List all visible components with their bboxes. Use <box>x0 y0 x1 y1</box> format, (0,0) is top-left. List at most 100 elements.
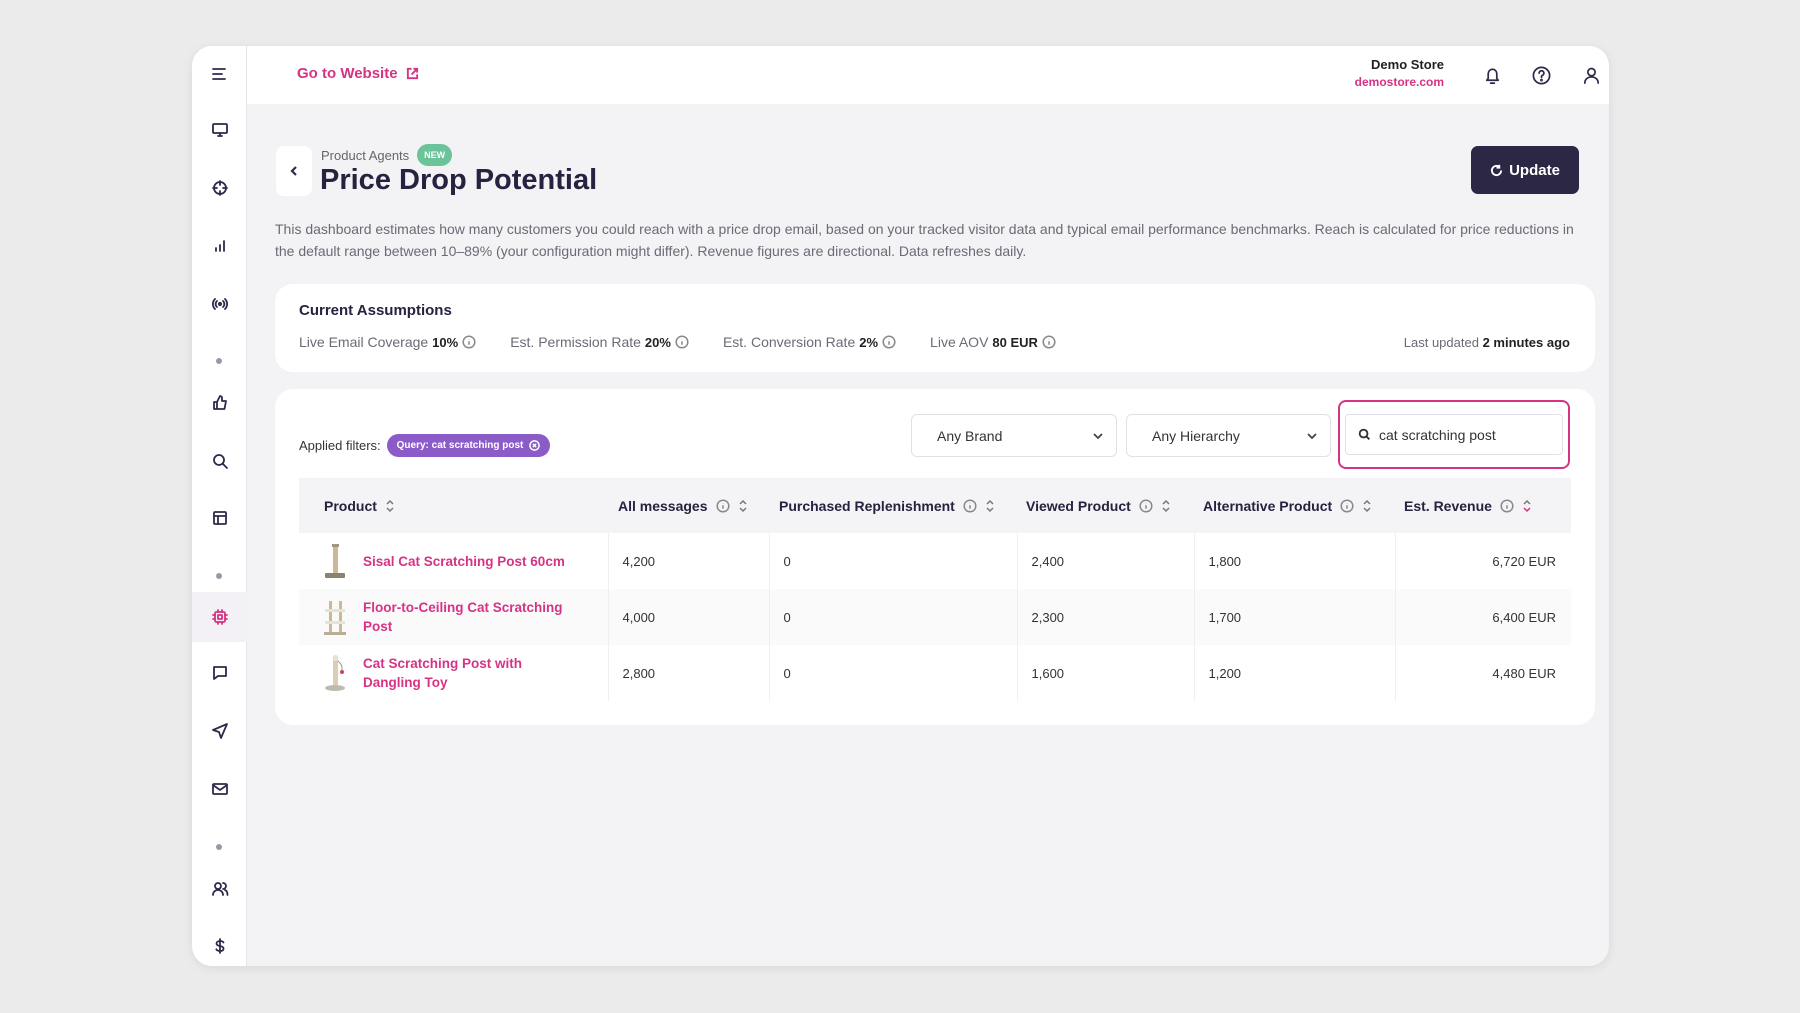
notifications-button[interactable] <box>1478 61 1506 89</box>
product-search-input[interactable] <box>1379 426 1549 443</box>
chevron-down-icon <box>1093 433 1103 440</box>
hierarchy-select-value: Any Hierarchy <box>1152 427 1240 444</box>
sidebar-item-broadcast[interactable] <box>192 284 247 324</box>
sort-icon[interactable] <box>1362 499 1372 513</box>
store-url: demostore.com <box>1354 75 1444 89</box>
sidebar-separator <box>216 573 222 579</box>
top-bar: Go to Website Demo Store demostore.com <box>247 46 1609 104</box>
go-to-website-link[interactable]: Go to Website <box>297 65 419 82</box>
table-header-row: Product All messages Purchased Replenish… <box>299 478 1571 533</box>
assumptions-list: Live Email Coverage 10% Est. Permission … <box>299 334 1056 350</box>
product-search[interactable] <box>1345 414 1563 455</box>
sidebar-item-search[interactable] <box>192 441 247 481</box>
product-name-link[interactable]: Sisal Cat Scratching Post 60cm <box>363 552 583 571</box>
app-window: Go to Website Demo Store demostore.com P… <box>192 46 1609 966</box>
info-icon[interactable] <box>675 335 689 349</box>
back-button[interactable] <box>276 146 312 196</box>
sidebar-item-layout[interactable] <box>192 498 247 538</box>
last-updated-label: Last updated <box>1403 335 1479 350</box>
sidebar-item-product-agents[interactable] <box>192 592 247 642</box>
chip-icon <box>211 609 228 625</box>
menu-icon <box>211 68 226 80</box>
sidebar-item-analytics[interactable] <box>192 226 247 266</box>
cell-purchased: 0 <box>769 533 1018 589</box>
cell-viewed: 1,600 <box>1017 645 1195 701</box>
sidebar-item-campaigns[interactable] <box>192 711 247 751</box>
broadcast-icon <box>211 298 228 310</box>
sort-icon[interactable] <box>985 499 995 513</box>
info-icon[interactable] <box>1139 498 1153 513</box>
sort-icon[interactable] <box>1522 499 1532 513</box>
layout-icon <box>212 511 227 525</box>
table-row[interactable]: Sisal Cat Scratching Post 60cm 4,200 0 2… <box>299 533 1571 589</box>
hierarchy-select[interactable]: Any Hierarchy <box>1126 414 1331 457</box>
column-header-est-revenue[interactable]: Est. Revenue <box>1395 478 1571 533</box>
assumption-label: Live Email Coverage <box>299 334 429 350</box>
assumption-conversion-rate: Est. Conversion Rate 2% <box>723 334 896 350</box>
assumption-label: Est. Permission Rate <box>510 334 641 350</box>
menu-toggle[interactable] <box>192 54 247 94</box>
column-header-purchased-replenishment[interactable]: Purchased Replenishment <box>769 478 1017 533</box>
update-button[interactable]: Update <box>1471 146 1579 194</box>
sort-icon[interactable] <box>1161 499 1171 513</box>
filter-chip-query[interactable]: Query: cat scratching post <box>386 434 551 457</box>
sidebar-item-recommendations[interactable] <box>192 383 247 423</box>
profile-button[interactable] <box>1577 61 1605 89</box>
info-icon[interactable] <box>882 335 896 349</box>
sort-icon[interactable] <box>385 499 395 513</box>
users-icon <box>211 882 228 896</box>
cell-purchased: 0 <box>769 589 1018 645</box>
column-label: Purchased Replenishment <box>779 497 955 514</box>
info-icon[interactable] <box>963 498 977 513</box>
products-card: Applied filters: Query: cat scratching p… <box>275 389 1595 725</box>
close-circle-icon[interactable] <box>529 440 541 451</box>
help-button[interactable] <box>1527 61 1555 89</box>
last-updated: Last updated 2 minutes ago <box>1404 335 1570 350</box>
product-name-link[interactable]: Cat Scratching Post with Dangling Toy <box>363 654 583 692</box>
column-header-viewed-product[interactable]: Viewed Product <box>1017 478 1194 533</box>
column-header-alternative-product[interactable]: Alternative Product <box>1194 478 1395 533</box>
sidebar-item-messages[interactable] <box>192 653 247 693</box>
product-name-link[interactable]: Floor-to-Ceiling Cat Scratching Post <box>363 598 583 636</box>
info-icon[interactable] <box>1500 498 1514 513</box>
bell-icon <box>1485 67 1499 84</box>
chat-icon <box>212 666 227 680</box>
cell-purchased: 0 <box>769 645 1018 701</box>
help-icon <box>1532 66 1550 84</box>
info-icon[interactable] <box>1042 335 1056 349</box>
assumptions-title: Current Assumptions <box>299 302 452 319</box>
crosshair-icon <box>211 180 228 196</box>
column-header-all-messages[interactable]: All messages <box>608 478 769 533</box>
table-row[interactable]: Floor-to-Ceiling Cat Scratching Post 4,0… <box>299 589 1571 645</box>
applied-filters-label: Applied filters: <box>299 438 381 453</box>
search-icon <box>212 454 228 469</box>
sidebar-item-email[interactable] <box>192 769 247 809</box>
product-thumbnail <box>325 655 345 691</box>
column-label: All messages <box>618 497 708 514</box>
product-thumbnail <box>325 544 345 578</box>
info-icon[interactable] <box>462 335 476 349</box>
column-label: Viewed Product <box>1026 497 1131 514</box>
info-icon[interactable] <box>1340 498 1354 513</box>
column-header-product[interactable]: Product <box>299 478 608 533</box>
column-label: Product <box>324 497 377 514</box>
sidebar-item-billing[interactable] <box>192 926 247 966</box>
search-focus-ring <box>1338 400 1570 469</box>
sidebar-item-users[interactable] <box>192 869 247 909</box>
sidebar-item-targeting[interactable] <box>192 168 247 208</box>
sidebar-item-dashboard[interactable] <box>192 110 247 150</box>
table-row[interactable]: Cat Scratching Post with Dangling Toy 2,… <box>299 645 1571 701</box>
assumption-email-coverage: Live Email Coverage 10% <box>299 334 476 350</box>
store-switcher[interactable]: Demo Store demostore.com <box>1355 57 1444 89</box>
breadcrumb: Product Agents NEW <box>321 144 453 166</box>
breadcrumb-product-agents[interactable]: Product Agents <box>321 148 409 163</box>
brand-select[interactable]: Any Brand <box>911 414 1117 457</box>
sort-icon[interactable] <box>738 499 748 513</box>
external-link-icon <box>406 67 418 80</box>
new-badge: NEW <box>417 144 453 166</box>
send-icon <box>211 723 228 739</box>
cell-alternative: 1,700 <box>1194 589 1396 645</box>
info-icon[interactable] <box>715 498 730 513</box>
cell-all-messages: 2,800 <box>608 645 770 701</box>
cell-revenue: 4,480 EUR <box>1492 665 1556 681</box>
